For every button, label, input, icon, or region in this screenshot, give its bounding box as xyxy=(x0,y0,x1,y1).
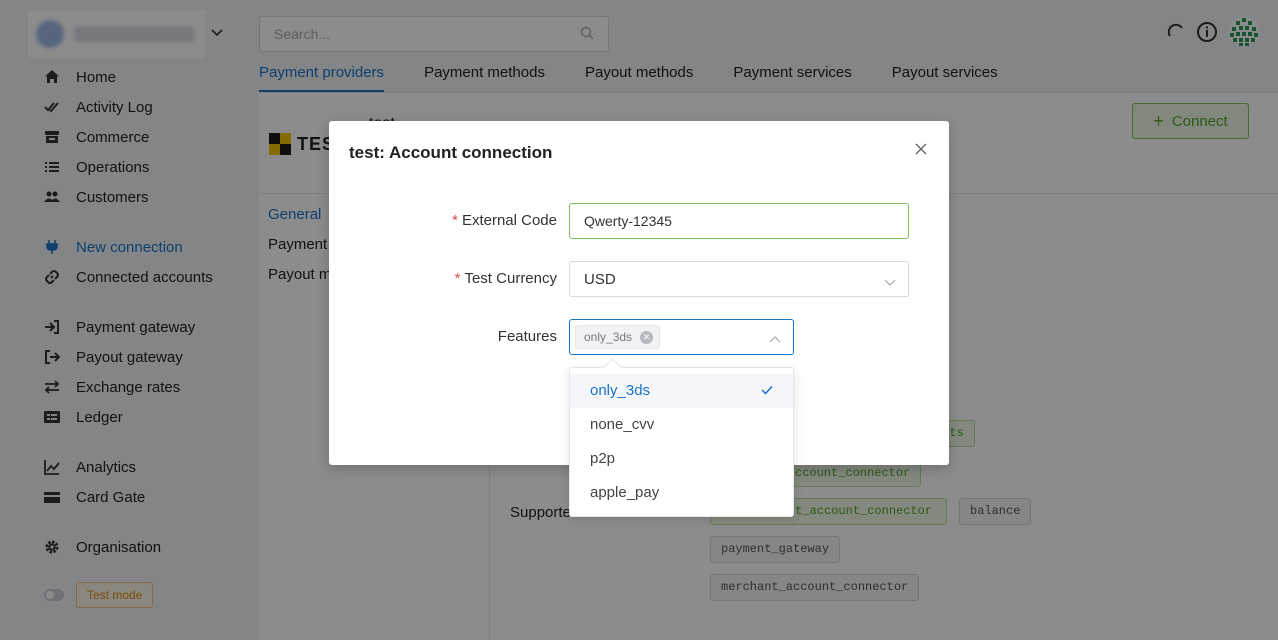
external-code-field xyxy=(569,203,909,239)
required-marker: * xyxy=(452,212,458,229)
modal-title: test: Account connection xyxy=(349,143,553,162)
chevron-down-icon xyxy=(884,274,896,291)
features-dropdown: only_3ds none_cvv p2p apple_pay xyxy=(569,367,794,517)
test-currency-label: * Test Currency xyxy=(454,270,557,287)
dropdown-option-none-cvv[interactable]: none_cvv xyxy=(570,408,793,442)
dropdown-option-only-3ds[interactable]: only_3ds xyxy=(570,374,793,408)
external-code-label: * External Code xyxy=(452,212,557,229)
features-label: Features xyxy=(497,328,557,345)
chevron-up-icon xyxy=(769,332,781,349)
chip-remove-icon[interactable]: ✕ xyxy=(640,330,654,344)
dropdown-option-label: only_3ds xyxy=(590,382,651,399)
external-code-row: * External Code xyxy=(329,203,949,239)
test-currency-row: * Test Currency USD xyxy=(329,261,949,297)
features-multiselect[interactable]: only_3ds ✕ xyxy=(569,319,794,355)
feature-chip: only_3ds ✕ xyxy=(575,325,661,349)
dropdown-option-label: none_cvv xyxy=(590,416,655,433)
dropdown-option-p2p[interactable]: p2p xyxy=(570,442,793,476)
dropdown-option-label: p2p xyxy=(590,450,616,467)
dropdown-option-label: apple_pay xyxy=(590,484,660,501)
features-row: Features only_3ds ✕ xyxy=(329,319,949,355)
required-marker: * xyxy=(454,270,461,287)
test-currency-value: USD xyxy=(584,270,616,288)
external-code-input[interactable] xyxy=(584,213,884,229)
test-currency-select[interactable]: USD xyxy=(569,261,909,297)
feature-chip-label: only_3ds xyxy=(584,330,633,344)
check-icon xyxy=(761,374,773,408)
close-icon[interactable] xyxy=(911,139,931,159)
dropdown-option-apple-pay[interactable]: apple_pay xyxy=(570,476,793,510)
